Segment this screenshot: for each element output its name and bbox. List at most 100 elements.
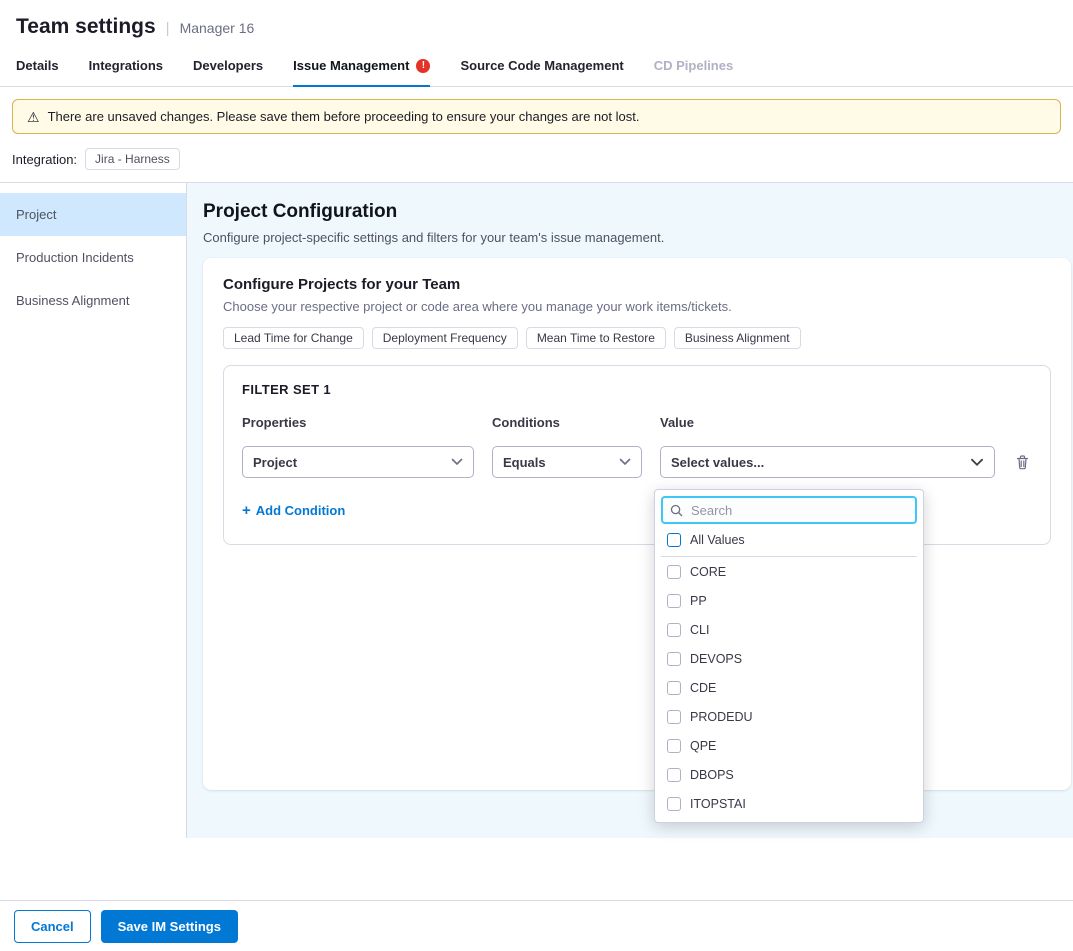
chip-lead-time-for-change[interactable]: Lead Time for Change xyxy=(223,327,364,349)
checkbox-icon[interactable] xyxy=(667,768,681,782)
tab-label: Source Code Management xyxy=(460,58,623,73)
tab-issue-management[interactable]: Issue Management ! xyxy=(293,48,430,86)
chevron-down-icon xyxy=(970,458,984,467)
checkbox-icon[interactable] xyxy=(667,623,681,637)
page-header: Team settings | Manager 16 xyxy=(0,0,1073,48)
option-label: CDE xyxy=(690,681,716,695)
option-cli[interactable]: CLI xyxy=(661,615,917,644)
warning-icon: ⚠ xyxy=(27,110,40,124)
trash-cell xyxy=(1013,452,1032,472)
tab-integrations[interactable]: Integrations xyxy=(89,48,163,86)
metric-chips: Lead Time for Change Deployment Frequenc… xyxy=(223,327,1051,349)
option-label: CORE xyxy=(690,565,726,579)
tab-label: CD Pipelines xyxy=(654,58,733,73)
value-multiselect[interactable]: Select values... xyxy=(660,446,995,478)
option-pipe[interactable]: PIPE xyxy=(661,818,917,823)
integration-chip: Jira - Harness xyxy=(85,148,180,170)
tab-bar: Details Integrations Developers Issue Ma… xyxy=(0,48,1073,87)
add-condition-button[interactable]: + Add Condition xyxy=(242,502,345,519)
conditions-column-label: Conditions xyxy=(492,415,642,430)
option-itopstai[interactable]: ITOPSTAI xyxy=(661,789,917,818)
all-values-option[interactable]: All Values xyxy=(661,524,917,557)
footer-bar: Cancel Save IM Settings xyxy=(0,900,1073,951)
checkbox-icon[interactable] xyxy=(667,739,681,753)
header-divider: | xyxy=(166,20,170,37)
tab-label: Developers xyxy=(193,58,263,73)
chevron-down-icon xyxy=(451,458,463,466)
property-select-value: Project xyxy=(253,455,297,470)
add-condition-label: Add Condition xyxy=(256,503,346,518)
dropdown-options-list: CORE PP CLI xyxy=(661,557,917,823)
tab-label: Issue Management xyxy=(293,58,409,73)
main-panel: Project Configuration Configure project-… xyxy=(187,183,1073,838)
configure-projects-card: Configure Projects for your Team Choose … xyxy=(203,258,1071,790)
chip-mean-time-to-restore[interactable]: Mean Time to Restore xyxy=(526,327,666,349)
properties-column-label: Properties xyxy=(242,415,474,430)
tab-details[interactable]: Details xyxy=(16,48,59,86)
banner-text: There are unsaved changes. Please save t… xyxy=(48,109,640,124)
dropdown-search-box xyxy=(661,496,917,524)
sidebar-item-production-incidents[interactable]: Production Incidents xyxy=(0,236,186,279)
card-subtitle: Choose your respective project or code a… xyxy=(223,299,1051,314)
tab-label: Details xyxy=(16,58,59,73)
checkbox-icon[interactable] xyxy=(667,710,681,724)
option-label: QPE xyxy=(690,739,716,753)
dropdown-search-input[interactable] xyxy=(689,502,908,519)
all-values-label: All Values xyxy=(690,533,745,547)
section-title: Project Configuration xyxy=(203,201,1065,223)
page-subtitle: Manager 16 xyxy=(180,20,255,36)
checkbox-icon[interactable] xyxy=(667,797,681,811)
integration-row: Integration: Jira - Harness xyxy=(0,144,1073,182)
option-label: PP xyxy=(690,594,707,608)
search-icon xyxy=(670,504,683,517)
value-dropdown-panel: All Values CORE PP xyxy=(654,489,924,823)
option-label: CLI xyxy=(690,623,709,637)
chip-deployment-frequency[interactable]: Deployment Frequency xyxy=(372,327,518,349)
section-subtitle: Configure project-specific settings and … xyxy=(203,230,1065,245)
option-label: DBOPS xyxy=(690,768,734,782)
plus-icon: + xyxy=(242,502,251,519)
option-pp[interactable]: PP xyxy=(661,586,917,615)
option-devops[interactable]: DEVOPS xyxy=(661,644,917,673)
checkbox-icon[interactable] xyxy=(667,565,681,579)
chevron-down-icon xyxy=(619,458,631,466)
value-select-cell: Select values... All Values xyxy=(660,446,995,478)
card-title: Configure Projects for your Team xyxy=(223,276,1051,293)
condition-select[interactable]: Equals xyxy=(492,446,642,478)
filter-grid: Properties Conditions Value Project Equa… xyxy=(242,415,1032,478)
sidebar-item-business-alignment[interactable]: Business Alignment xyxy=(0,279,186,322)
chip-business-alignment[interactable]: Business Alignment xyxy=(674,327,801,349)
filter-set-1: FILTER SET 1 Properties Conditions Value… xyxy=(223,365,1051,545)
tab-developers[interactable]: Developers xyxy=(193,48,263,86)
cancel-button[interactable]: Cancel xyxy=(14,910,91,943)
tab-source-code-management[interactable]: Source Code Management xyxy=(460,48,623,86)
content-area: Project Production Incidents Business Al… xyxy=(0,182,1073,838)
option-cde[interactable]: CDE xyxy=(661,673,917,702)
unsaved-changes-badge-icon: ! xyxy=(416,59,430,73)
condition-select-value: Equals xyxy=(503,455,546,470)
option-core[interactable]: CORE xyxy=(661,557,917,586)
property-select[interactable]: Project xyxy=(242,446,474,478)
filter-set-title: FILTER SET 1 xyxy=(242,382,1032,397)
main-header: Project Configuration Configure project-… xyxy=(187,183,1073,245)
value-column-label: Value xyxy=(660,415,995,430)
tab-cd-pipelines: CD Pipelines xyxy=(654,48,733,86)
checkbox-icon[interactable] xyxy=(667,533,681,547)
integration-label: Integration: xyxy=(12,152,77,167)
page-title: Team settings xyxy=(16,15,156,39)
save-im-settings-button[interactable]: Save IM Settings xyxy=(101,910,238,943)
option-dbops[interactable]: DBOPS xyxy=(661,760,917,789)
option-prodedu[interactable]: PRODEDU xyxy=(661,702,917,731)
option-label: PRODEDU xyxy=(690,710,753,724)
checkbox-icon[interactable] xyxy=(667,594,681,608)
value-select-placeholder: Select values... xyxy=(671,455,764,470)
sidebar-item-project[interactable]: Project xyxy=(0,193,186,236)
settings-sidebar: Project Production Incidents Business Al… xyxy=(0,183,187,838)
checkbox-icon[interactable] xyxy=(667,681,681,695)
delete-condition-button[interactable] xyxy=(1013,452,1032,472)
option-label: ITOPSTAI xyxy=(690,797,746,811)
option-label: DEVOPS xyxy=(690,652,742,666)
checkbox-icon[interactable] xyxy=(667,652,681,666)
tab-label: Integrations xyxy=(89,58,163,73)
option-qpe[interactable]: QPE xyxy=(661,731,917,760)
